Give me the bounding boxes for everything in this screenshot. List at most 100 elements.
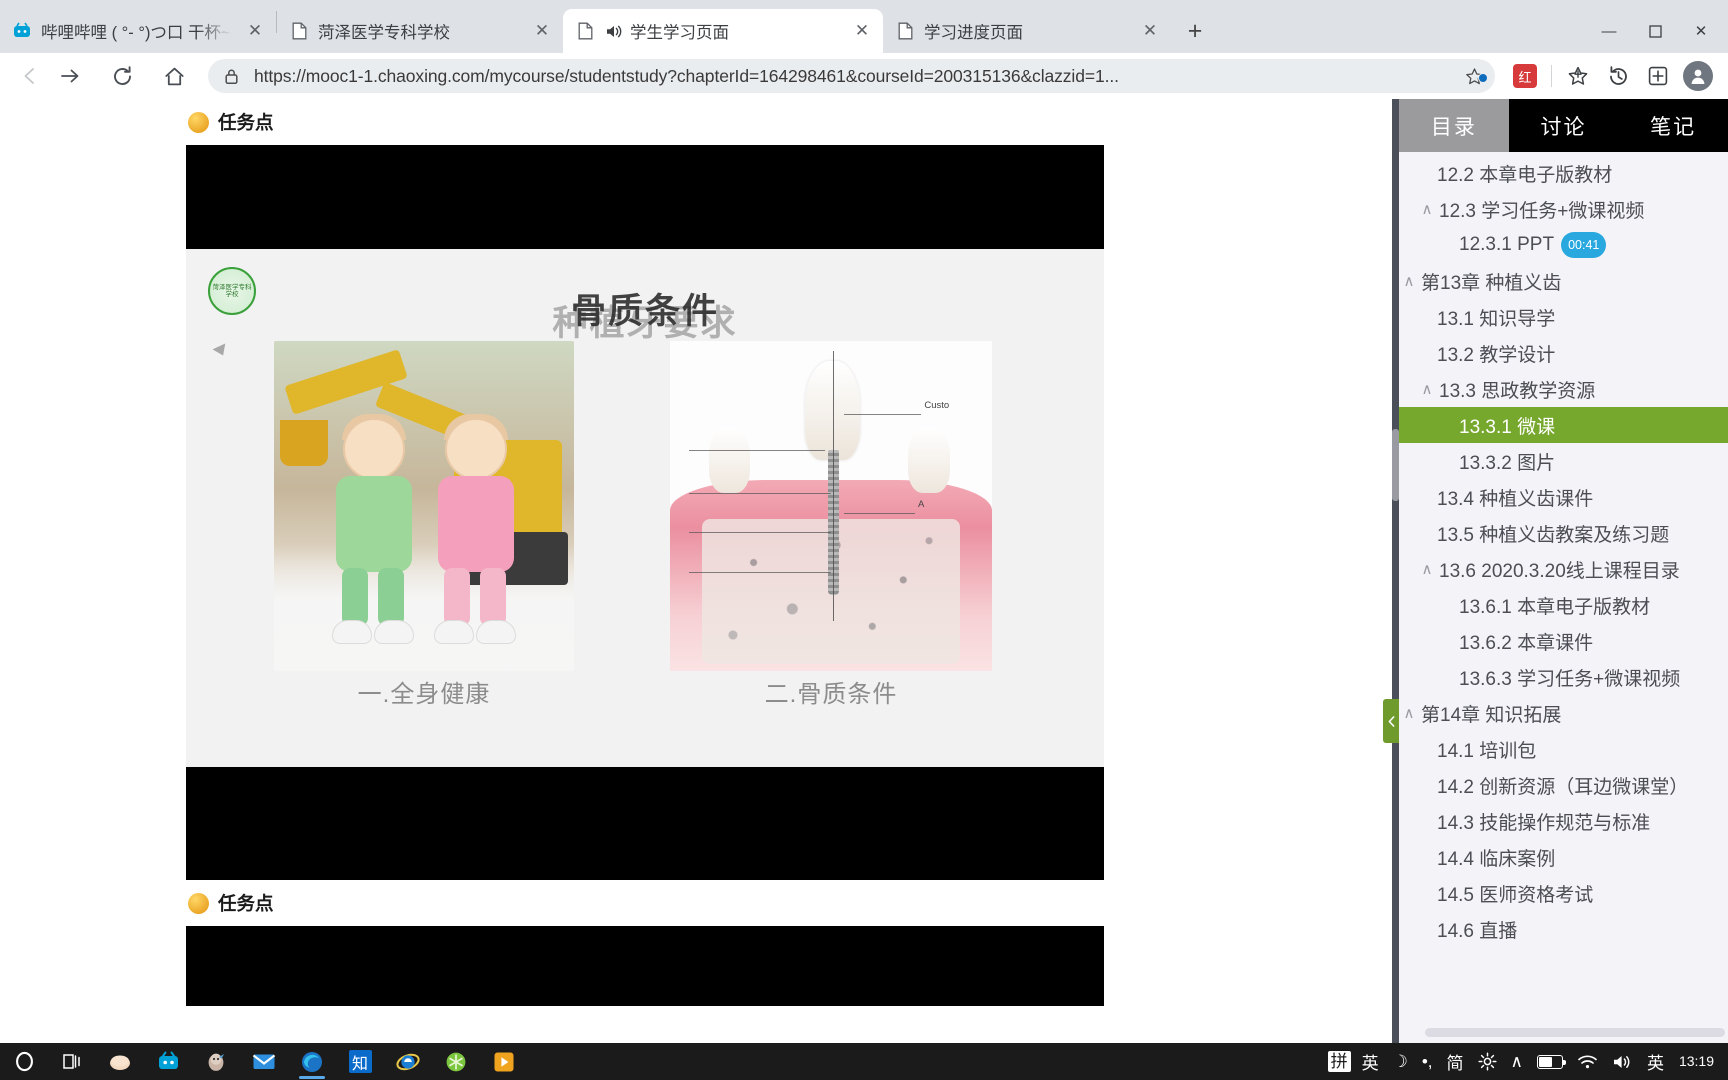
speaker-icon[interactable] bbox=[604, 22, 623, 41]
speaker-icon[interactable] bbox=[1605, 1053, 1640, 1071]
page-icon bbox=[895, 21, 915, 41]
home-button[interactable] bbox=[154, 56, 194, 96]
collections-icon[interactable] bbox=[1638, 56, 1678, 96]
sidebar-scrollbar[interactable] bbox=[1392, 99, 1399, 1043]
maximize-button[interactable] bbox=[1632, 13, 1678, 49]
sidebar-item[interactable]: ∧ 12.3 学习任务+微课视频 bbox=[1399, 191, 1728, 227]
bilibili-icon[interactable] bbox=[144, 1043, 192, 1080]
start-circle-icon[interactable] bbox=[0, 1051, 48, 1072]
chevron-up-icon[interactable]: ∧ bbox=[1417, 200, 1437, 218]
close-icon[interactable]: ✕ bbox=[242, 18, 268, 44]
wps-icon[interactable] bbox=[432, 1043, 480, 1080]
sidebar-item-label: 13.2 教学设计 bbox=[1437, 344, 1556, 366]
sidebar-item-label: 13.1 知识导学 bbox=[1437, 308, 1556, 330]
sidebar-item[interactable]: 13.3.1 微课 bbox=[1399, 407, 1728, 443]
chevron-up-icon[interactable]: ∧ bbox=[1417, 560, 1437, 578]
sidebar-item-label: 13.6.1 本章电子版教材 bbox=[1459, 596, 1651, 618]
history-icon[interactable] bbox=[1598, 56, 1638, 96]
media-player-icon[interactable] bbox=[480, 1043, 528, 1080]
ime-punctuation-icon[interactable]: •, bbox=[1415, 1052, 1440, 1072]
sidebar-item[interactable]: ∧ 第14章 知识拓展 bbox=[1399, 695, 1728, 731]
language-badge[interactable]: 英 bbox=[1640, 1049, 1671, 1074]
implant-diagram: Custo A bbox=[670, 341, 992, 671]
battery-icon[interactable] bbox=[1530, 1054, 1570, 1069]
tray-overflow-chevron-icon[interactable]: ∧ bbox=[1504, 1052, 1530, 1072]
sidebar-tabs: 目录 讨论 笔记 bbox=[1399, 99, 1728, 152]
edge-icon[interactable] bbox=[288, 1043, 336, 1080]
close-window-button[interactable]: ✕ bbox=[1678, 13, 1724, 49]
sidebar-item[interactable]: 14.4 临床案例 bbox=[1399, 839, 1728, 875]
zhihu-icon[interactable]: 知 bbox=[336, 1043, 384, 1080]
extension-glyph: 红 bbox=[1513, 64, 1537, 88]
tab-discussion[interactable]: 讨论 bbox=[1508, 99, 1619, 152]
internet-explorer-icon[interactable] bbox=[384, 1043, 432, 1080]
ime-simplified-indicator[interactable]: 简 bbox=[1440, 1049, 1471, 1074]
sidebar-item[interactable]: 13.6.2 本章课件 bbox=[1399, 623, 1728, 659]
steam-icon[interactable] bbox=[96, 1043, 144, 1080]
sidebar-horizontal-scrollbar[interactable] bbox=[1425, 1028, 1725, 1037]
sidebar-item-label: 12.3 学习任务+微课视频 bbox=[1439, 200, 1645, 222]
chevron-up-icon[interactable]: ∧ bbox=[1399, 272, 1419, 290]
new-tab-button[interactable]: + bbox=[1177, 13, 1213, 49]
sidebar-item[interactable]: 13.2 教学设计 bbox=[1399, 335, 1728, 371]
sidebar-item[interactable]: ∧ 13.3 思政教学资源 bbox=[1399, 371, 1728, 407]
sidebar-collapse-toggle[interactable] bbox=[1383, 699, 1399, 743]
tab-catalog[interactable]: 目录 bbox=[1399, 99, 1509, 152]
implant-label-0: Custo bbox=[924, 400, 950, 412]
extension-icon[interactable]: 红 bbox=[1505, 56, 1545, 96]
sidebar-item[interactable]: 13.6.1 本章电子版教材 bbox=[1399, 587, 1728, 623]
sidebar-item[interactable]: 14.6 直播 bbox=[1399, 911, 1728, 947]
task-view-icon[interactable] bbox=[48, 1043, 96, 1080]
sidebar-scrollbar-thumb[interactable] bbox=[1392, 429, 1399, 501]
browser-tab-4[interactable]: 学习进度页面 ✕ bbox=[883, 9, 1171, 53]
sidebar-item[interactable]: 13.4 种植义齿课件 bbox=[1399, 479, 1728, 515]
moon-icon[interactable]: ☽ bbox=[1386, 1052, 1415, 1072]
browser-tab-2[interactable]: 菏泽医学专科学校 ✕ bbox=[277, 9, 563, 53]
close-icon[interactable]: ✕ bbox=[849, 18, 875, 44]
sidebar-item[interactable]: 12.3.1 PPT 00:41 bbox=[1399, 227, 1728, 263]
video-player-2[interactable] bbox=[186, 926, 1104, 1006]
sidebar-item[interactable]: 14.5 医师资格考试 bbox=[1399, 875, 1728, 911]
sidebar-chapter-list[interactable]: 12.2 本章电子版教材 ∧ 12.3 学习任务+微课视频 12.3.1 PPT 00:… bbox=[1399, 152, 1728, 1043]
ime-mode-indicator[interactable]: 拼 bbox=[1327, 1050, 1351, 1073]
close-icon[interactable]: ✕ bbox=[1137, 18, 1163, 44]
star-icon[interactable] bbox=[1459, 67, 1489, 86]
sidebar-item[interactable]: 12.2 本章电子版教材 bbox=[1399, 155, 1728, 191]
address-bar[interactable]: https://mooc1-1.chaoxing.com/mycourse/st… bbox=[208, 59, 1495, 93]
video-player[interactable]: 菏泽医学专科学校 种植牙要求 骨质条件 Custo A 一.全身健康 二.骨质条… bbox=[186, 145, 1104, 880]
sidebar-item[interactable]: 14.1 培训包 bbox=[1399, 731, 1728, 767]
sidebar-item[interactable]: 13.1 知识导学 bbox=[1399, 299, 1728, 335]
gear-icon[interactable] bbox=[1471, 1052, 1504, 1071]
clock[interactable]: 13:19 bbox=[1671, 1053, 1722, 1069]
qq-icon[interactable] bbox=[192, 1043, 240, 1080]
sidebar-item[interactable]: 14.2 创新资源（耳边微课堂） bbox=[1399, 767, 1728, 803]
favorites-icon[interactable] bbox=[1558, 56, 1598, 96]
sidebar-item[interactable]: 13.5 种植义齿教案及练习题 bbox=[1399, 515, 1728, 551]
chevron-up-icon[interactable]: ∧ bbox=[1417, 380, 1437, 398]
profile-avatar[interactable] bbox=[1678, 56, 1718, 96]
network-icon[interactable] bbox=[1570, 1053, 1605, 1070]
browser-tab-1[interactable]: 哔哩哔哩 ( °- °)つ口 干杯~-bilib ✕ bbox=[0, 9, 276, 53]
tab-notes[interactable]: 笔记 bbox=[1618, 99, 1728, 152]
sidebar-item[interactable]: ∧ 13.6 2020.3.20线上课程目录 bbox=[1399, 551, 1728, 587]
browser-tab-3-active[interactable]: 学生学习页面 ✕ bbox=[563, 9, 883, 53]
sidebar-item-label: 14.6 直播 bbox=[1437, 920, 1518, 942]
url-text[interactable]: https://mooc1-1.chaoxing.com/mycourse/st… bbox=[254, 66, 1459, 87]
minimize-button[interactable]: — bbox=[1586, 13, 1632, 49]
close-icon[interactable]: ✕ bbox=[529, 18, 555, 44]
page-viewport: 任务点 菏泽医学专科学校 种植牙要求 骨质条件 Custo A 一.全身健康 二… bbox=[0, 99, 1728, 1043]
sidebar-item[interactable]: 13.6.3 学习任务+微课视频 bbox=[1399, 659, 1728, 695]
bilibili-icon bbox=[12, 21, 32, 41]
ime-language-indicator[interactable]: 英 bbox=[1355, 1049, 1386, 1074]
reload-button[interactable] bbox=[102, 56, 142, 96]
child-figure-left bbox=[322, 413, 426, 648]
sidebar-item[interactable]: ∧ 第13章 种植义齿 bbox=[1399, 263, 1728, 299]
mail-icon[interactable] bbox=[240, 1043, 288, 1080]
back-button[interactable] bbox=[10, 56, 50, 96]
sidebar-item-label: 12.2 本章电子版教材 bbox=[1437, 164, 1613, 186]
sidebar-item[interactable]: 13.3.2 图片 bbox=[1399, 443, 1728, 479]
sidebar-item-label: 14.5 医师资格考试 bbox=[1437, 884, 1594, 906]
forward-button[interactable] bbox=[50, 56, 90, 96]
chevron-up-icon[interactable]: ∧ bbox=[1399, 704, 1419, 722]
sidebar-item[interactable]: 14.3 技能操作规范与标准 bbox=[1399, 803, 1728, 839]
